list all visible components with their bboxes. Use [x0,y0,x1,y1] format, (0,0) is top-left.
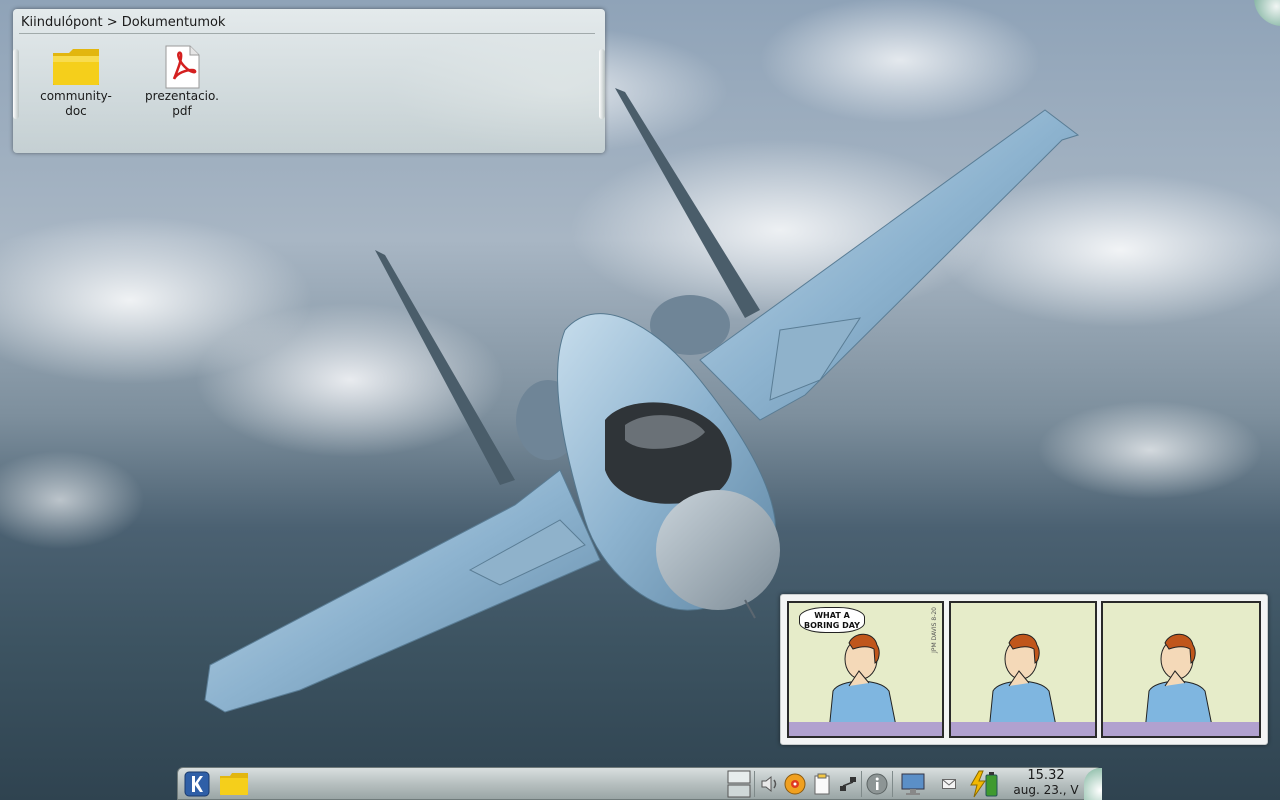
comic-panel-1: WHAT A BORING DAY JPM DAVIS 8-20 [787,601,944,738]
bubble-line-1: WHAT A [814,611,850,620]
item-label-line1: prezentacio. [145,89,219,103]
tray-separator [754,771,755,797]
media-player-icon [784,773,806,795]
folder-icon [53,49,99,85]
panel-toolbox-button[interactable] [1084,768,1102,800]
clipboard-button[interactable] [810,770,834,798]
clipboard-icon [814,773,830,795]
comic-panel-3 [1101,601,1261,738]
bubble-line-2: BORING DAY [804,621,860,630]
comic-date-text: JPM DAVIS 8-20 [931,607,938,653]
right-resize-handle[interactable] [599,49,605,119]
file-item-prezentacio-pdf[interactable]: prezentacio. pdf [137,45,227,119]
tray-separator [861,771,862,797]
media-player-button[interactable] [783,770,807,798]
folder-icon [220,773,248,795]
network-icon [840,777,856,791]
info-icon [866,773,888,795]
item-label-line2: pdf [172,104,192,118]
comic-floor [951,722,1095,736]
tray-separator [892,771,893,797]
mail-icon [942,779,956,789]
jon-character [988,633,1058,731]
folder-breadcrumb[interactable]: Kiindulópont > Dokumentumok [21,15,225,30]
volume-button[interactable] [758,770,782,798]
clock-time: 15.32 [1027,768,1065,783]
kde-launcher-icon [184,771,210,797]
display-icon [901,773,925,795]
pdf-icon [165,45,200,89]
folder-view-widget[interactable]: Kiindulópont > Dokumentumok community- d… [13,9,605,153]
speaker-icon [761,775,777,793]
speech-bubble: WHAT A BORING DAY [799,607,865,633]
left-resize-handle[interactable] [13,49,19,119]
notifications-button[interactable] [864,770,890,798]
network-button[interactable] [836,770,860,798]
battery-button[interactable] [966,770,1000,798]
pager-icon [727,770,751,798]
file-manager-button[interactable] [218,770,250,798]
item-label-line2: doc [65,104,87,118]
clock-date: aug. 23., V [1013,783,1079,797]
comic-strip-widget[interactable]: WHAT A BORING DAY JPM DAVIS 8-20 [780,594,1268,745]
comic-floor [789,722,942,736]
item-label-line1: community- [40,89,112,103]
jon-character [828,633,898,731]
jon-character [1144,633,1214,731]
folder-item-community-doc[interactable]: community- doc [31,45,121,119]
digital-clock[interactable]: 15.32 aug. 23., V [1006,768,1086,798]
pager-widget[interactable] [726,770,752,798]
taskbar-panel[interactable]: 15.32 aug. 23., V [177,767,1102,800]
show-desktop-button[interactable] [898,770,928,798]
application-launcher-button[interactable] [182,770,212,798]
folder-divider [19,33,595,34]
battery-icon [970,770,998,798]
comic-panel-2 [949,601,1097,738]
mail-button[interactable] [938,770,960,798]
comic-floor [1103,722,1259,736]
